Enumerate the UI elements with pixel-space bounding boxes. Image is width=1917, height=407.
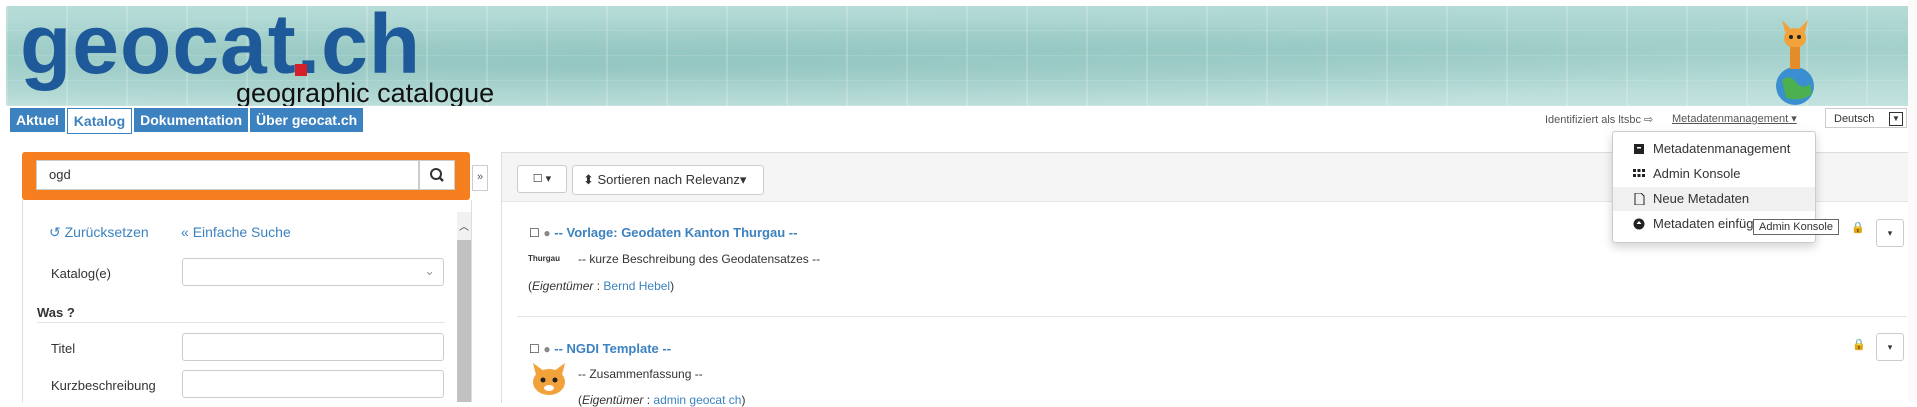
filter-panel: ↺ Zurücksetzen « Einfache Suche Katalog(… <box>22 200 472 402</box>
logo-red-dot <box>295 64 307 76</box>
tab-ueber-geocat[interactable]: Über geocat.ch <box>250 108 364 132</box>
section-divider <box>37 322 445 323</box>
tab-aktuel[interactable]: Aktuel <box>10 108 65 132</box>
chevron-down-icon: ▼ <box>1889 112 1903 126</box>
menu-item-admin-konsole[interactable]: Admin Konsole <box>1613 162 1815 186</box>
upload-circle-icon <box>1633 218 1645 230</box>
owner-link[interactable]: admin geocat ch <box>653 393 741 407</box>
abstract-label: Kurzbeschreibung <box>51 378 156 393</box>
logo-subtitle: geographic catalogue <box>236 78 495 106</box>
identified-as-label: Identifiziert als ltsbc ⇨ <box>1545 114 1654 126</box>
archive-icon <box>1634 144 1644 154</box>
lock-icon: 🔒 <box>1851 222 1865 234</box>
grid-icon <box>1633 169 1645 177</box>
checkbox[interactable]: ☐ <box>529 342 540 356</box>
collapse-panel-button[interactable]: » <box>472 165 488 191</box>
new-file-icon <box>1634 193 1645 205</box>
globe-icon: ● <box>543 226 551 240</box>
mascot-logo-icon <box>533 363 565 395</box>
main-tabs: Aktuel Katalog Dokumentation Über geocat… <box>10 108 364 134</box>
lock-icon: 🔒 <box>1852 339 1866 351</box>
result-record: ☐ ● -- NGDI Template -- <box>529 341 671 356</box>
select-all-dropdown[interactable]: ☐ ▾ <box>517 165 567 193</box>
record-divider <box>517 316 1907 317</box>
header-banner: geocat.ch geographic catalogue <box>6 6 1912 106</box>
sort-dropdown[interactable]: ⬍ Sortieren nach Relevanz▾ <box>572 165 764 195</box>
record-owner: (Eigentümer : admin geocat ch) <box>578 393 746 407</box>
section-heading-was: Was ? <box>37 305 75 320</box>
search-icon <box>430 168 444 182</box>
search-button[interactable] <box>419 160 455 190</box>
record-actions-button[interactable]: ▾ <box>1876 333 1904 361</box>
mascot-globe-icon <box>1776 20 1814 105</box>
logout-icon[interactable]: ⇨ <box>1644 114 1653 126</box>
tooltip: Admin Konsole <box>1753 219 1839 235</box>
record-title[interactable]: -- Vorlage: Geodaten Kanton Thurgau -- <box>554 225 797 240</box>
owner-link[interactable]: Bernd Hebel <box>603 279 670 293</box>
search-input[interactable]: ogd <box>36 160 419 190</box>
reset-link[interactable]: ↺ Zurücksetzen <box>49 224 149 241</box>
abstract-field[interactable] <box>182 370 444 398</box>
simple-search-link[interactable]: « Einfache Suche <box>181 224 291 240</box>
chevron-down-icon: ⌄ <box>424 263 435 278</box>
scroll-thumb[interactable] <box>457 240 471 402</box>
tab-katalog[interactable]: Katalog <box>66 108 133 134</box>
menu-item-neue-metadaten[interactable]: Neue Metadaten <box>1613 187 1815 211</box>
search-panel: ogd <box>22 152 470 200</box>
record-description: -- Zusammenfassung -- <box>578 367 703 381</box>
thurgau-logo: Thurgau <box>528 254 560 263</box>
record-title[interactable]: -- NGDI Template -- <box>554 341 671 356</box>
catalog-select[interactable]: ⌄ <box>182 258 444 286</box>
filter-scrollbar[interactable]: ︿ <box>457 212 471 402</box>
metadata-management-menu[interactable]: Metadatenmanagement ▾ <box>1672 112 1797 125</box>
record-description: -- kurze Beschreibung des Geodatensatzes… <box>578 252 821 266</box>
record-owner: (Eigentümer : Bernd Hebel) <box>528 279 675 293</box>
checkbox[interactable]: ☐ <box>529 226 540 240</box>
chevron-up-icon[interactable]: ︿ <box>459 218 469 233</box>
tab-dokumentation[interactable]: Dokumentation <box>134 108 249 132</box>
language-select[interactable]: Deutsch ▼ <box>1825 108 1907 128</box>
catalog-label: Katalog(e) <box>51 266 111 281</box>
globe-icon: ● <box>543 342 551 356</box>
record-actions-button[interactable]: ▾ <box>1876 219 1904 247</box>
menu-item-metadatenmanagement[interactable]: Metadatenmanagement <box>1613 137 1815 161</box>
page-scrollbar[interactable] <box>1908 0 1917 402</box>
title-field[interactable] <box>182 333 444 361</box>
result-record: ☐ ● -- Vorlage: Geodaten Kanton Thurgau … <box>529 225 797 240</box>
title-label: Titel <box>51 341 76 356</box>
